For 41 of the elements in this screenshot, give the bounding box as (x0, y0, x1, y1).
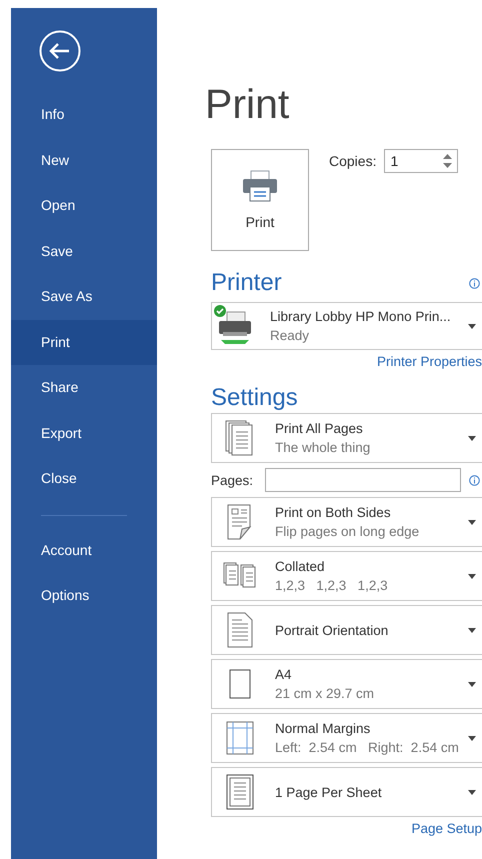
settings-dropdown[interactable]: 1 Page Per Sheet (211, 767, 482, 817)
printer-icon (242, 170, 278, 202)
pages-label: Pages: (211, 472, 254, 488)
print-button[interactable]: Print (211, 149, 309, 251)
menu-item[interactable]: Export (11, 410, 157, 456)
copies-label: Copies: (329, 152, 376, 171)
caret-icon (468, 574, 476, 578)
settings-dropdown[interactable]: Collated 1,2,3 1,2,3 1,2,3 (211, 551, 482, 601)
menu-item[interactable]: Share (11, 365, 157, 410)
copies-field[interactable]: 1 (384, 149, 458, 173)
settings-dropdown[interactable]: Print on Both Sides Flip pages on long edge (211, 497, 482, 547)
pages-field[interactable] (265, 468, 461, 492)
info-icon[interactable] (469, 278, 480, 289)
spinner-arrows-icon[interactable] (443, 152, 452, 170)
settings-dropdown[interactable]: A4 21 cm x 29.7 cm (211, 659, 482, 709)
menu-item[interactable]: Print (11, 320, 157, 365)
page-setup-link[interactable]: Page Setup (411, 821, 482, 836)
settings-dropdown[interactable]: Normal Margins Left: 2.54 cm Right: 2.54 cm (211, 713, 482, 763)
caret-icon (468, 790, 476, 794)
printer-properties-link[interactable]: Printer Properties (376, 354, 482, 369)
section-heading: Settings (211, 383, 299, 413)
menu-item[interactable]: Account (11, 528, 157, 573)
settings-dropdown[interactable]: Print All Pages The whole thing (211, 413, 482, 463)
caret-icon (468, 324, 476, 328)
menu-item[interactable]: Save (11, 228, 157, 274)
settings-dropdown[interactable]: Portrait Orientation (211, 605, 482, 655)
printer-dropdown[interactable]: Library Lobby HP Mono Prin... Ready (211, 302, 482, 350)
info-icon[interactable] (469, 474, 480, 486)
page-title: Print (205, 80, 290, 128)
caret-icon (468, 436, 476, 440)
menu-item[interactable]: New (11, 138, 157, 183)
menu-item[interactable]: Options (11, 573, 157, 618)
caret-icon (468, 736, 476, 740)
menu-item[interactable]: Info (11, 92, 157, 138)
caret-icon (468, 520, 476, 524)
menu-item[interactable]: Open (11, 183, 157, 228)
caret-icon (468, 682, 476, 686)
section-heading: Printer (211, 268, 282, 298)
menu-item[interactable]: Save As (11, 274, 157, 320)
caret-icon (468, 628, 476, 632)
menu-item[interactable]: Close (11, 456, 157, 502)
